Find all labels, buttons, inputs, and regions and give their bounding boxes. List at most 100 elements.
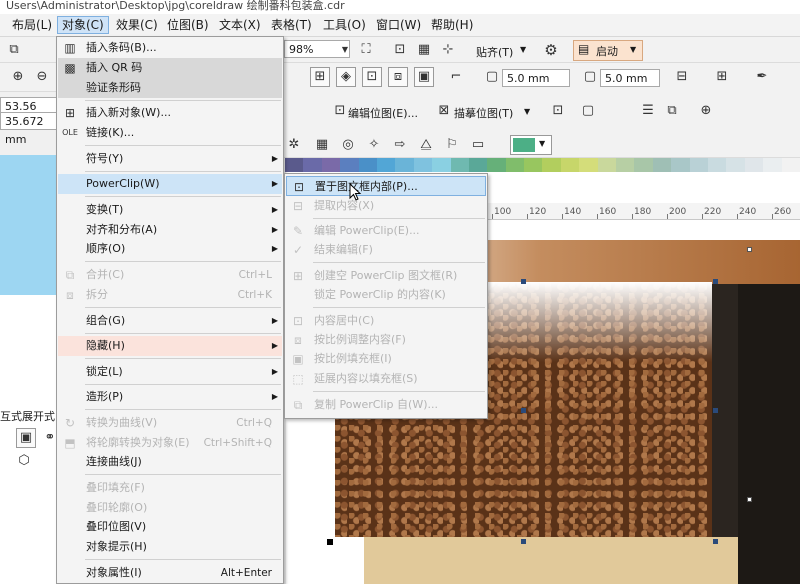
menu-item-stretch-content[interactable]: ⬚ 延展内容以填充框(S) <box>286 369 486 389</box>
menu-item-outline-to-object[interactable]: ⬒ 将轮廓转换为对象(E) Ctrl+Shift+Q <box>58 433 282 453</box>
palette-swatch[interactable] <box>616 158 635 172</box>
menu-item-overprint-outline[interactable]: 叠印轮廓(O) <box>58 498 282 518</box>
menu-layout[interactable]: 布局(L) <box>8 17 56 33</box>
launch-button[interactable]: ▤ 启动 ▼ <box>573 40 643 61</box>
zoom-in-icon[interactable]: ⊕ <box>8 67 28 87</box>
selection-handle[interactable] <box>521 279 526 284</box>
mirror-icon[interactable]: ▣ <box>414 67 434 87</box>
edit-bitmap-icon[interactable]: ⊡ <box>330 101 350 121</box>
selection-handle[interactable] <box>521 408 526 413</box>
menu-item-object-properties[interactable]: 对象属性(I) Alt+Enter <box>58 563 282 583</box>
menu-item-group[interactable]: 组合(G) ▶ <box>58 311 282 331</box>
menu-item-lock[interactable]: 锁定(L) ▶ <box>58 362 282 382</box>
spiral-icon[interactable]: ◎ <box>338 135 358 155</box>
menu-item-overprint-fill[interactable]: 叠印填充(F) <box>58 478 282 498</box>
polygon-icon[interactable]: ✲ <box>284 135 304 155</box>
color-mask-icon[interactable]: ⧉ <box>662 101 682 121</box>
palette-swatch[interactable] <box>763 158 782 172</box>
bitmap-lines-icon[interactable]: ☰ <box>638 101 658 121</box>
resample-icon[interactable]: ⊡ <box>548 101 568 121</box>
transform-icon[interactable]: ⊡ <box>362 67 382 87</box>
selection-handle[interactable] <box>713 408 718 413</box>
shape-icon[interactable]: ◈ <box>336 67 356 87</box>
palette-swatch[interactable] <box>413 158 433 172</box>
selection-handle[interactable] <box>327 539 333 545</box>
snap-to-label[interactable]: 贴齐(T) <box>476 44 513 60</box>
menu-item-create-empty-frame[interactable]: ⊞ 创建空 PowerClip 图文框(R) <box>286 266 486 286</box>
fill-color-picker[interactable]: ▼ <box>510 135 552 155</box>
menu-item-extract-content[interactable]: ⊟ 提取内容(X) <box>286 196 486 216</box>
palette-swatch[interactable] <box>505 158 525 172</box>
width-lock-icon[interactable]: ▢ <box>482 67 502 87</box>
offset-icon[interactable]: ⊟ <box>672 67 692 87</box>
palette-swatch[interactable] <box>707 158 727 172</box>
palette-swatch[interactable] <box>468 158 488 172</box>
menu-item-insert-qr[interactable]: ▩ 插入 QR 码 <box>58 58 282 78</box>
menu-tools[interactable]: 工具(O) <box>319 17 370 33</box>
flyout-rect-icon[interactable]: ▣ <box>16 428 36 448</box>
zoom-out-icon[interactable]: ⊖ <box>32 67 52 87</box>
flyout-cube-icon[interactable]: ⬡ <box>14 451 34 471</box>
grid-icon[interactable]: ▦ <box>414 40 434 60</box>
menu-item-finish-editing[interactable]: ✓ 结束编辑(F) <box>286 240 486 260</box>
palette-swatch[interactable] <box>671 158 690 172</box>
menu-item-edit-powerclip[interactable]: ✎ 编辑 PowerClip(E)... <box>286 221 486 241</box>
palette-swatch[interactable] <box>634 158 653 172</box>
selection-handle[interactable] <box>521 539 526 544</box>
palette-swatch[interactable] <box>321 158 341 172</box>
full-screen-icon[interactable]: ⛶ <box>356 40 376 60</box>
menu-window[interactable]: 窗口(W) <box>372 17 425 33</box>
selection-handle[interactable] <box>747 247 752 252</box>
trace-bitmap-icon[interactable]: ⊠ <box>434 101 454 121</box>
menu-object[interactable]: 对象(C) <box>57 16 109 34</box>
palette-swatch[interactable] <box>689 158 708 172</box>
palette-swatch[interactable] <box>524 158 543 172</box>
trace-bitmap-button[interactable]: 描摹位图(T) <box>454 105 513 121</box>
menu-item-fit-content[interactable]: ⧈ 按比例调整内容(F) <box>286 330 486 350</box>
menu-item-links[interactable]: OLE 链接(K)... <box>58 123 282 143</box>
height-field[interactable]: 5.0 mm <box>600 69 660 87</box>
menu-item-symbol[interactable]: 符号(Y) ▶ <box>58 149 282 169</box>
crop-icon[interactable]: ▢ <box>578 101 598 121</box>
add-icon[interactable]: ⊕ <box>696 101 716 121</box>
palette-swatch[interactable] <box>340 158 359 172</box>
menu-bitmaps[interactable]: 位图(B) <box>163 17 213 33</box>
palette-swatch[interactable] <box>432 158 451 172</box>
menu-item-lock-contents[interactable]: 锁定 PowerClip 的内容(K) <box>286 285 486 305</box>
menu-item-insert-barcode[interactable]: ▥ 插入条码(B)... <box>58 38 282 58</box>
y-position-field[interactable]: 35.672 mm <box>0 112 57 146</box>
edit-bitmap-button[interactable]: 编辑位图(E)... <box>348 105 418 121</box>
chevron-down-icon[interactable]: ▼ <box>524 107 530 116</box>
menu-item-order[interactable]: 顺序(O) ▶ <box>58 239 282 259</box>
color-palette[interactable] <box>285 158 800 172</box>
selection-handle[interactable] <box>747 497 752 502</box>
star-icon[interactable]: ✧ <box>364 135 384 155</box>
height-lock-icon[interactable]: ▢ <box>580 67 600 87</box>
copy-icon[interactable]: ⧉ <box>4 40 24 60</box>
palette-swatch[interactable] <box>726 158 745 172</box>
menu-effects[interactable]: 效果(C) <box>112 17 162 33</box>
flowchart-icon[interactable]: ⧋ <box>416 135 436 155</box>
menu-item-center-content[interactable]: ⊡ 内容居中(C) <box>286 311 486 331</box>
menu-item-object-hints[interactable]: 对象提示(H) <box>58 537 282 557</box>
menu-item-place-inside-frame[interactable]: ⊡ 置于图文框内部(P)... <box>286 176 486 196</box>
palette-swatch[interactable] <box>487 158 506 172</box>
gear-icon[interactable]: ⚙ <box>541 40 561 60</box>
menu-table[interactable]: 表格(T) <box>267 17 316 33</box>
palette-swatch[interactable] <box>744 158 764 172</box>
menu-item-copy-powerclip[interactable]: ⧉ 复制 PowerClip 自(W)... <box>286 395 486 415</box>
align-icon[interactable]: ⊞ <box>712 67 732 87</box>
palette-swatch[interactable] <box>303 158 322 172</box>
menu-item-convert-to-curves[interactable]: ↻ 转换为曲线(V) Ctrl+Q <box>58 413 282 433</box>
palette-swatch[interactable] <box>450 158 469 172</box>
menu-item-validate-barcode[interactable]: 验证条形码 <box>58 78 282 98</box>
selection-handle[interactable] <box>713 539 718 544</box>
menu-item-shaping[interactable]: 造形(P) ▶ <box>58 387 282 407</box>
chevron-down-icon[interactable]: ▼ <box>335 40 355 60</box>
palette-swatch[interactable] <box>560 158 580 172</box>
width-field[interactable]: 5.0 mm <box>502 69 570 87</box>
menu-item-hide[interactable]: 隐藏(H) ▶ <box>58 336 282 356</box>
palette-swatch[interactable] <box>597 158 617 172</box>
menu-item-transform[interactable]: 变换(T) ▶ <box>58 200 282 220</box>
pen-icon[interactable]: ✒ <box>752 67 772 87</box>
